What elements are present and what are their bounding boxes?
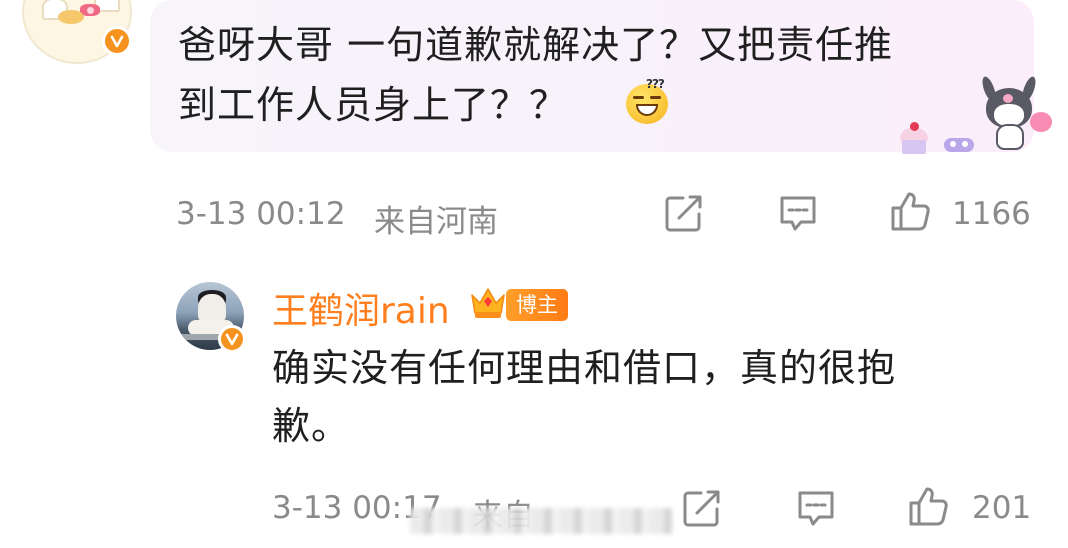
reply-text-line2: 歉。 — [272, 404, 351, 448]
blurred-overlay — [410, 508, 672, 534]
candy-dot — [950, 141, 956, 147]
comment-text-line2: 到工作人员身上了？？ — [178, 83, 569, 127]
avatar-cheek — [58, 10, 84, 24]
share-icon — [683, 490, 720, 527]
avatar-bow-center — [87, 7, 94, 14]
comment-icon — [798, 491, 834, 526]
verified-v-icon — [218, 325, 246, 353]
share-icon — [665, 195, 702, 232]
comment-text-line1: 爸呀大哥 一句道歉就解决了？又把责任推 — [178, 23, 894, 67]
kuromi-skull — [1003, 94, 1013, 103]
candy-dot — [962, 141, 968, 147]
comment-timestamp: 3-13 00:12 — [176, 196, 346, 232]
candy-sticker — [944, 138, 974, 152]
thumbs-up-icon — [909, 487, 948, 526]
cherry-sticker — [910, 122, 919, 131]
comment-location: 来自河南 — [374, 204, 498, 240]
blogger-badge: 博主 — [506, 289, 568, 321]
like-count: 1166 — [952, 196, 1031, 232]
emoji-question-marks: ??? — [646, 77, 665, 91]
share-button[interactable] — [662, 191, 706, 235]
reply-like-count: 201 — [972, 490, 1032, 526]
kuromi-body — [996, 124, 1024, 150]
verified-v-icon — [102, 26, 132, 56]
reply-text-line1: 确实没有任何理由和借口，真的很抱 — [272, 346, 897, 390]
heart-sticker — [1030, 112, 1052, 132]
reply-like-button[interactable] — [906, 484, 950, 528]
emoji-eye — [650, 96, 661, 99]
thumbs-up-icon — [891, 192, 930, 231]
emoji-eye — [633, 96, 644, 99]
kuromi-face — [994, 104, 1024, 126]
reply-comment-button[interactable] — [794, 486, 838, 530]
comment-icon — [780, 196, 816, 231]
like-button[interactable] — [888, 189, 932, 233]
comment-button[interactable] — [776, 191, 820, 235]
emoji-mouth — [636, 104, 658, 116]
cupcake-base-sticker — [902, 140, 926, 154]
crown-icon — [471, 288, 505, 318]
reply-share-button[interactable] — [680, 486, 724, 530]
reply-username[interactable]: 王鹤润rain — [272, 282, 450, 334]
